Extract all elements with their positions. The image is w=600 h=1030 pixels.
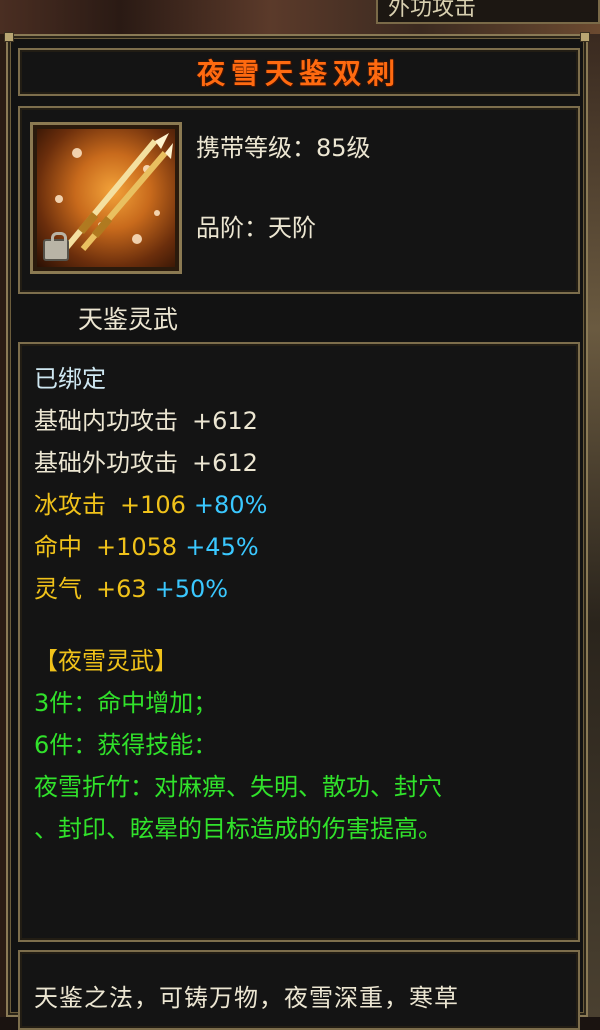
- stat-name: 灵气: [34, 575, 82, 603]
- corner-ornament: [580, 32, 590, 42]
- stat-value: +1058: [96, 533, 178, 561]
- stat-name: 命中: [34, 533, 82, 561]
- bound-lock-icon: [43, 232, 69, 261]
- stat-name: 基础内功攻击: [34, 407, 178, 435]
- set-skill-line-2: 、封印、眩晕的目标造成的伤害提高。: [34, 815, 442, 843]
- item-tooltip: 夜雪天鉴双刺 携带等级：85级 品阶：天阶 天鉴灵武 已绑定 基础内功攻击 +6…: [4, 32, 590, 1030]
- stat-value: +63: [96, 575, 147, 603]
- item-description: 天鉴之法，可铸万物，夜雪深重，寒草: [34, 984, 459, 1012]
- bonus-stat-row: 冰攻击 +106 +80%: [34, 490, 267, 520]
- stat-value: +612: [192, 449, 258, 477]
- stat-value: +106: [120, 491, 186, 519]
- bonus-stat-row: 命中 +1058 +45%: [34, 532, 259, 562]
- base-stat-row: 基础外功攻击 +612: [34, 448, 258, 478]
- grade-value: 天阶: [268, 214, 316, 242]
- item-category: 天鉴灵武: [78, 305, 179, 334]
- grade-label: 品阶：: [196, 214, 268, 242]
- tooltip-title-bar: 夜雪天鉴双刺: [18, 48, 580, 96]
- background-stat-label: 外功攻击: [376, 0, 600, 24]
- stat-percent: +45%: [185, 533, 259, 561]
- stat-value: +612: [192, 407, 258, 435]
- bound-status: 已绑定: [34, 365, 106, 393]
- carry-level-row: 携带等级：85级: [196, 128, 371, 163]
- carry-level-value: 85级: [316, 134, 371, 162]
- item-icon-frame[interactable]: [30, 122, 182, 274]
- set-name: 【夜雪灵武】: [34, 647, 178, 675]
- set-skill-line-1: 夜雪折竹：对麻痹、失明、散功、封穴: [34, 773, 442, 801]
- stat-name: 冰攻击: [34, 491, 106, 519]
- stat-name: 基础外功攻击: [34, 449, 178, 477]
- corner-ornament: [4, 32, 14, 42]
- item-description-box: 天鉴之法，可铸万物，夜雪深重，寒草: [18, 950, 580, 1030]
- twin-daggers-icon: [37, 129, 175, 267]
- item-info-box: 携带等级：85级 品阶：天阶: [18, 106, 580, 294]
- grade-row: 品阶：天阶: [196, 208, 316, 243]
- bonus-stat-row: 灵气 +63 +50%: [34, 574, 228, 604]
- base-stat-row: 基础内功攻击 +612: [34, 406, 258, 436]
- set-bonus-3: 3件：命中增加；: [34, 689, 218, 717]
- stat-percent: +50%: [154, 575, 229, 603]
- carry-level-label: 携带等级：: [196, 134, 316, 162]
- set-bonus-6: 6件：获得技能：: [34, 731, 218, 759]
- item-stats-box: 已绑定 基础内功攻击 +612 基础外功攻击 +612 冰攻击 +106 +80% 命中…: [18, 342, 580, 942]
- item-title: 夜雪天鉴双刺: [196, 57, 401, 90]
- stat-percent: +80%: [193, 491, 268, 519]
